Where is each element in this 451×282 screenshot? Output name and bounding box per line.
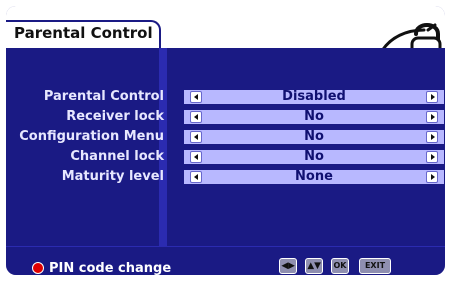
left-right-key-icon: ◀▶	[279, 258, 297, 274]
main-panel	[6, 48, 445, 246]
red-button-icon[interactable]	[32, 262, 44, 274]
setting-label: Configuration Menu	[19, 129, 164, 144]
setting-field[interactable]: No	[184, 110, 444, 124]
setting-value: No	[304, 129, 324, 144]
setting-field[interactable]: No	[184, 150, 444, 164]
setting-value: None	[295, 169, 333, 184]
parental-control-screen: Parental Control Parental Control Disabl…	[6, 6, 445, 275]
right-arrow-icon[interactable]	[426, 151, 438, 163]
setting-value: No	[304, 109, 324, 124]
right-arrow-icon[interactable]	[426, 91, 438, 103]
setting-label: Channel lock	[70, 149, 164, 164]
setting-label: Parental Control	[43, 89, 164, 104]
setting-value: Disabled	[282, 89, 346, 104]
setting-value: No	[304, 149, 324, 164]
right-arrow-icon[interactable]	[426, 111, 438, 123]
setting-label: Maturity level	[61, 169, 164, 184]
setting-field[interactable]: None	[184, 170, 444, 184]
page-title: Parental Control	[14, 24, 153, 42]
ok-key: OK	[331, 258, 349, 274]
setting-field[interactable]: Disabled	[184, 90, 444, 104]
exit-key: EXIT	[359, 258, 391, 274]
right-arrow-icon[interactable]	[426, 171, 438, 183]
up-down-key-icon: ▲▼	[305, 258, 323, 274]
setting-field[interactable]: No	[184, 130, 444, 144]
right-arrow-icon[interactable]	[426, 131, 438, 143]
setting-label: Receiver lock	[66, 109, 164, 124]
footer-separator	[6, 246, 445, 247]
pin-code-change-label: PIN code change	[49, 261, 172, 275]
